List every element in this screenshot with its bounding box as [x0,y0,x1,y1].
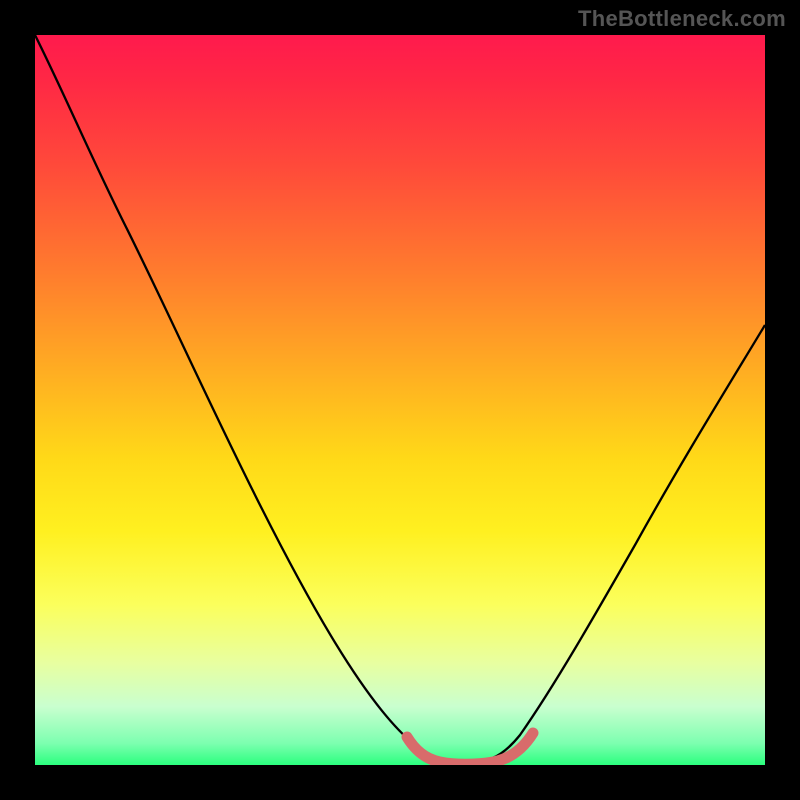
bottleneck-curve [35,35,765,763]
optimal-range-highlight [407,733,533,764]
watermark-text: TheBottleneck.com [578,6,786,32]
plot-area [35,35,765,765]
curve-layer [35,35,765,765]
chart-frame: TheBottleneck.com [0,0,800,800]
